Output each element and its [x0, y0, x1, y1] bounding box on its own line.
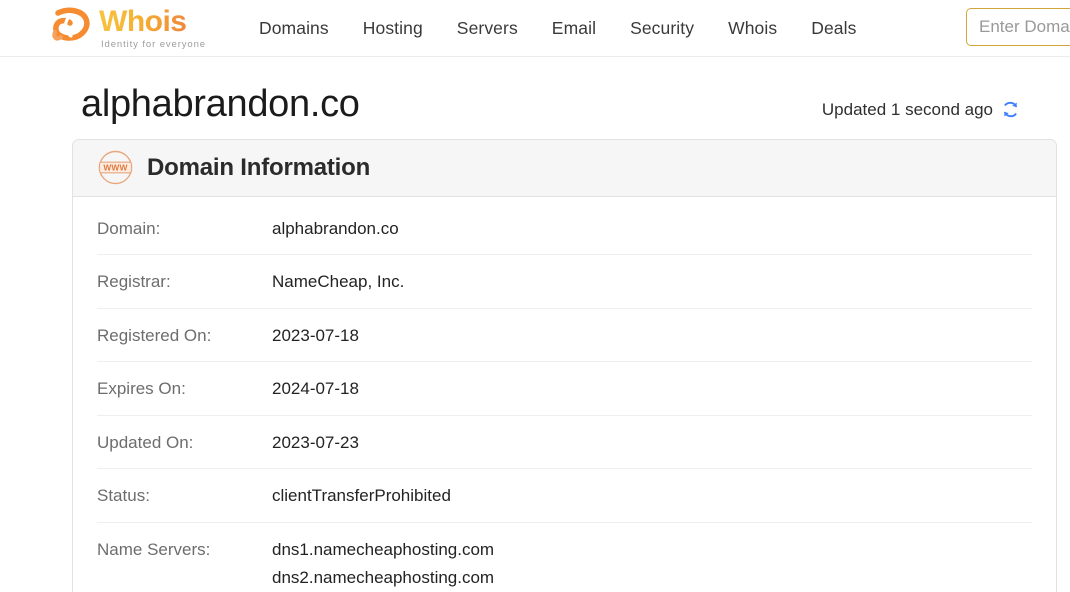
- domain-search-input[interactable]: [966, 8, 1070, 46]
- www-badge-icon: WWW: [97, 149, 134, 186]
- row-value-registered-on: 2023-07-18: [272, 325, 359, 345]
- page-title: alphabrandon.co: [81, 83, 360, 125]
- nav-item-deals[interactable]: Deals: [794, 0, 873, 56]
- whois-swirl-logo-icon: [48, 7, 92, 49]
- domain-information-card: WWW Domain Information Domain: alphabran…: [72, 138, 1057, 592]
- table-row: Updated On: 2023-07-23: [97, 414, 1032, 469]
- row-label-registrar: Registrar:: [97, 272, 171, 292]
- row-value-name-servers: dns1.namecheaphosting.com dns2.namecheap…: [272, 539, 495, 587]
- row-value-updated-on: 2023-07-23: [272, 432, 359, 452]
- brand-logo-link[interactable]: Whois Identity for everyone: [48, 4, 206, 52]
- refresh-icon[interactable]: [1001, 100, 1020, 119]
- card-title: Domain Information: [147, 153, 371, 181]
- row-label-updated-on: Updated On:: [97, 432, 194, 452]
- nav-item-whois[interactable]: Whois: [711, 0, 794, 56]
- nav-item-domains[interactable]: Domains: [242, 0, 346, 56]
- nav-item-hosting[interactable]: Hosting: [346, 0, 440, 56]
- nav-link-servers[interactable]: Servers: [440, 18, 535, 39]
- table-row: Registrar: NameCheap, Inc.: [97, 254, 1032, 308]
- page-content: alphabrandon.co Updated 1 second ago WWW: [0, 57, 1070, 592]
- brand-text: Whois Identity for everyone: [99, 6, 206, 51]
- nav-item-email[interactable]: Email: [535, 0, 613, 56]
- row-value-expires-on: 2024-07-18: [272, 379, 359, 399]
- table-row: Name Servers: dns1.namecheaphosting.com …: [97, 521, 1032, 592]
- card-header: WWW Domain Information: [73, 139, 1056, 197]
- brand-wordmark: Whois: [99, 7, 206, 37]
- nav-item-security[interactable]: Security: [613, 0, 711, 56]
- row-value-status: clientTransferProhibited: [272, 486, 451, 506]
- row-label-registered-on: Registered On:: [97, 325, 212, 345]
- nav-link-security[interactable]: Security: [613, 18, 711, 39]
- row-label-name-servers: Name Servers:: [97, 539, 211, 559]
- table-row: Expires On: 2024-07-18: [97, 361, 1032, 415]
- row-value-domain: alphabrandon.co: [272, 218, 399, 238]
- nav-link-whois[interactable]: Whois: [711, 18, 794, 39]
- row-label-domain: Domain:: [97, 218, 161, 238]
- nav-link-hosting[interactable]: Hosting: [346, 18, 440, 39]
- top-navbar: Whois Identity for everyone Domains Host…: [0, 0, 1070, 57]
- nav-link-email[interactable]: Email: [535, 18, 613, 39]
- brand-tagline: Identity for everyone: [101, 39, 206, 50]
- table-row: Status: clientTransferProhibited: [97, 468, 1032, 522]
- row-label-expires-on: Expires On:: [97, 379, 186, 399]
- updated-status: Updated 1 second ago: [822, 100, 1020, 126]
- table-row: Registered On: 2023-07-18: [97, 307, 1032, 362]
- nav-link-deals[interactable]: Deals: [794, 18, 873, 39]
- updated-timestamp-label: Updated 1 second ago: [821, 99, 993, 119]
- nav-item-servers[interactable]: Servers: [440, 0, 535, 56]
- svg-text:WWW: WWW: [103, 163, 127, 173]
- page-title-row: alphabrandon.co Updated 1 second ago: [81, 57, 1034, 126]
- row-label-status: Status:: [97, 486, 150, 506]
- table-row: Domain: alphabrandon.co: [97, 197, 1032, 255]
- main-navigation: Domains Hosting Servers Email Security W…: [242, 0, 873, 56]
- domain-search-container: [966, 8, 1070, 46]
- card-body: Domain: alphabrandon.co Registrar: NameC…: [73, 197, 1056, 592]
- row-value-registrar: NameCheap, Inc.: [272, 272, 405, 292]
- nav-link-domains[interactable]: Domains: [242, 18, 346, 39]
